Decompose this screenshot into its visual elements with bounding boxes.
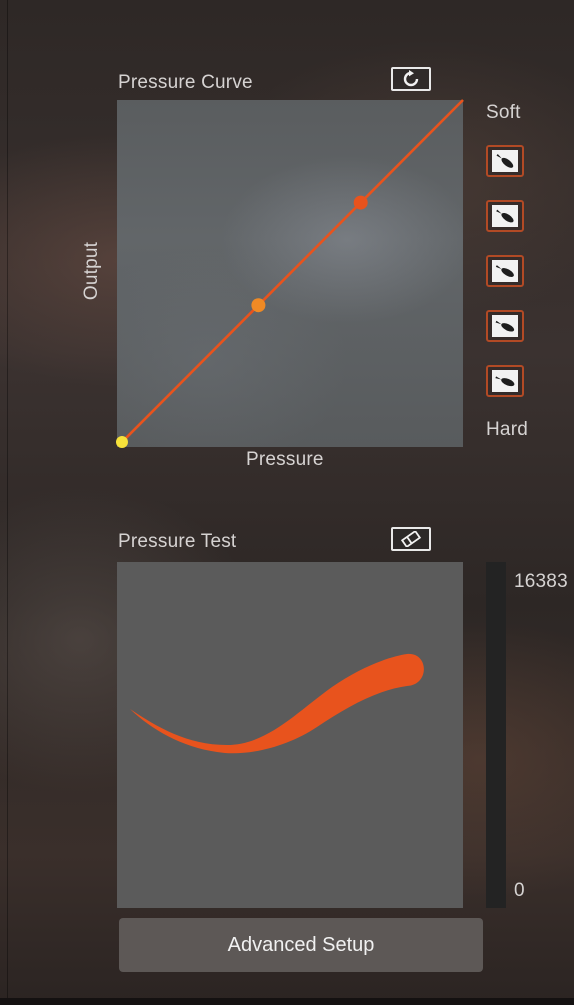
eraser-icon	[400, 531, 422, 547]
pen-preset-icon	[492, 370, 518, 392]
advanced-setup-button[interactable]: Advanced Setup	[119, 918, 483, 972]
pen-preset-icon	[492, 315, 518, 337]
meter-max-label: 16383	[514, 571, 568, 592]
pressure-preset-button-4[interactable]	[486, 310, 524, 342]
pressure-test-title: Pressure Test	[118, 531, 237, 552]
meter-min-label: 0	[514, 880, 525, 901]
pressure-meter	[486, 562, 506, 908]
pressure-preset-button-2[interactable]	[486, 200, 524, 232]
pressure-preset-button-3[interactable]	[486, 255, 524, 287]
pressure-preset-button-1[interactable]	[486, 145, 524, 177]
pressure-preset-button-5[interactable]	[486, 365, 524, 397]
x-axis-label: Pressure	[246, 449, 324, 470]
pressure-curve-title: Pressure Curve	[118, 72, 253, 93]
curve-line	[121, 99, 464, 443]
test-stroke-layer	[130, 653, 424, 754]
test-stroke	[130, 653, 424, 754]
clear-test-button[interactable]	[391, 527, 431, 551]
pen-preset-icon	[492, 205, 518, 227]
advanced-setup-label: Advanced Setup	[227, 933, 375, 956]
hard-label: Hard	[486, 419, 528, 440]
pen-preset-icon	[492, 260, 518, 282]
soft-label: Soft	[486, 102, 521, 123]
pen-preset-icon	[492, 150, 518, 172]
y-axis-label: Output	[81, 241, 102, 301]
panel-bottom-edge	[0, 998, 574, 1005]
curve-plot	[116, 99, 464, 448]
curve-start-point[interactable]	[116, 436, 128, 448]
reset-curve-button[interactable]	[391, 67, 431, 91]
curve-control-point-lower[interactable]	[251, 298, 266, 313]
curve-control-point-upper[interactable]	[353, 195, 368, 210]
pressure-test-canvas[interactable]	[117, 562, 463, 908]
reset-icon	[403, 70, 419, 87]
pressure-curve-graph[interactable]	[116, 99, 464, 448]
